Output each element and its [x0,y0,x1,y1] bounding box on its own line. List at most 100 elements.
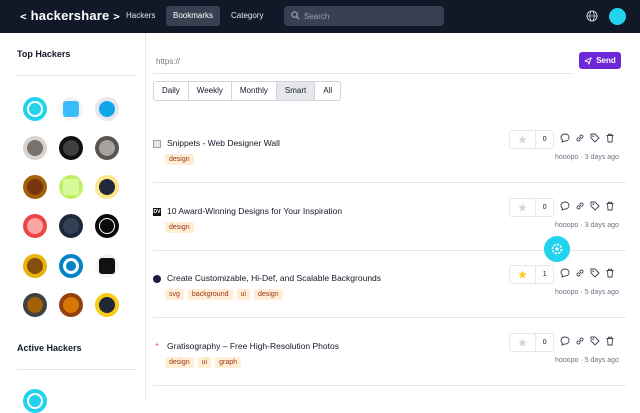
gear-logo-icon [551,243,563,255]
voter-avatar-popover[interactable] [544,236,570,262]
logo[interactable]: < hackershare > [20,8,120,23]
tag[interactable]: ui [236,289,250,300]
search-box[interactable] [284,6,444,26]
hacker-avatar[interactable] [95,254,119,278]
hacker-avatar[interactable] [23,175,47,199]
send-label: Send [596,56,616,65]
vote-widget: 0 [509,333,554,352]
logo-left-bracket: < [20,10,27,23]
sidebar: Top Hackers Active Hackers [0,33,146,413]
hacker-avatar[interactable] [23,293,47,317]
search-input[interactable] [304,6,438,26]
filter-smart[interactable]: Smart [276,82,316,100]
hacker-avatar[interactable] [95,97,119,121]
divider [153,385,626,386]
comment-icon[interactable] [560,268,570,278]
divider [17,369,136,370]
tag[interactable]: background [187,289,233,300]
hacker-avatar[interactable] [23,389,47,413]
divider [153,317,626,318]
author-name[interactable]: hooopo [555,289,578,296]
bookmark-title[interactable]: Create Customizable, Hi-Def, and Scalabl… [167,273,381,283]
post-time: 5 days ago [584,357,619,364]
vote-count: 0 [542,204,547,211]
tag-icon[interactable] [590,133,600,143]
nav-bookmarks[interactable]: Bookmarks [166,6,221,26]
link-icon[interactable] [575,133,585,143]
nav-hackers[interactable]: Hackers [119,6,162,26]
bookmark-item: DV 10 Award-Winning Designs for Your Ins… [147,198,640,271]
hacker-avatar[interactable] [59,175,83,199]
spark-favicon-icon: * [155,342,159,351]
user-avatar[interactable] [609,8,626,25]
trash-icon[interactable] [605,133,615,143]
tag[interactable]: design [165,357,194,368]
filter-daily[interactable]: Daily [154,82,189,100]
tag[interactable]: ui [197,357,212,368]
hacker-avatar[interactable] [23,254,47,278]
link-icon[interactable] [575,268,585,278]
vote-widget: 1 [509,265,554,284]
hacker-avatar[interactable] [59,214,83,238]
bookmark-title[interactable]: Snippets - Web Designer Wall [167,138,280,148]
nav-category[interactable]: Category [224,6,270,26]
bookmark-item: Snippets - Web Designer Wall design 0 ho… [147,130,640,203]
author-name[interactable]: hooopo [555,357,578,364]
divider [17,75,136,76]
dv-favicon-icon: DV [153,208,161,216]
vote-widget: 0 [509,198,554,217]
search-icon [291,11,300,20]
filter-monthly[interactable]: Monthly [231,82,277,100]
bookmark-title[interactable]: Gratisography – Free High-Resolution Pho… [167,341,339,351]
vote-count: 1 [542,271,547,278]
tag-icon[interactable] [590,268,600,278]
star-icon[interactable] [510,199,537,216]
tag-icon[interactable] [590,201,600,211]
hacker-avatar[interactable] [23,97,47,121]
hacker-avatar[interactable] [59,136,83,160]
tag[interactable]: design [253,289,283,300]
send-button[interactable]: Send [579,52,621,69]
star-icon[interactable] [510,266,537,283]
filter-weekly[interactable]: Weekly [188,82,232,100]
divider [153,182,626,183]
hacker-avatar[interactable] [59,254,83,278]
trash-icon[interactable] [605,268,615,278]
hacker-avatar[interactable] [95,214,119,238]
tag[interactable]: graph [215,357,241,368]
hacker-avatar[interactable] [95,293,119,317]
page-favicon-icon [153,140,161,148]
bookmark-title[interactable]: 10 Award-Winning Designs for Your Inspir… [167,206,342,216]
comment-icon[interactable] [560,201,570,211]
tag[interactable]: design [165,154,194,165]
hacker-avatar[interactable] [23,136,47,160]
vote-widget: 0 [509,130,554,149]
vote-count: 0 [542,339,547,346]
hacker-avatar[interactable] [95,136,119,160]
send-icon [584,56,592,65]
url-input[interactable] [156,52,566,70]
link-icon[interactable] [575,336,585,346]
tag-icon[interactable] [590,336,600,346]
post-time: 5 days ago [584,289,619,296]
hacker-avatar[interactable] [23,214,47,238]
star-icon[interactable] [510,334,537,351]
globe-icon[interactable] [586,10,598,22]
tag[interactable]: design [165,222,194,233]
hacker-avatar[interactable] [59,293,83,317]
comment-icon[interactable] [560,133,570,143]
active-hackers-title: Active Hackers [17,343,82,353]
hacker-avatar[interactable] [95,175,119,199]
hacker-avatar[interactable] [59,97,83,121]
author-name[interactable]: hooopo [555,154,578,161]
star-icon[interactable] [510,131,537,148]
vote-count: 0 [542,136,547,143]
author-name[interactable]: hooopo [555,222,578,229]
comment-icon[interactable] [560,336,570,346]
link-icon[interactable] [575,201,585,211]
filter-all[interactable]: All [315,82,341,100]
post-time: 3 days ago [584,154,619,161]
trash-icon[interactable] [605,201,615,211]
trash-icon[interactable] [605,336,615,346]
tag[interactable]: svg [165,289,184,300]
